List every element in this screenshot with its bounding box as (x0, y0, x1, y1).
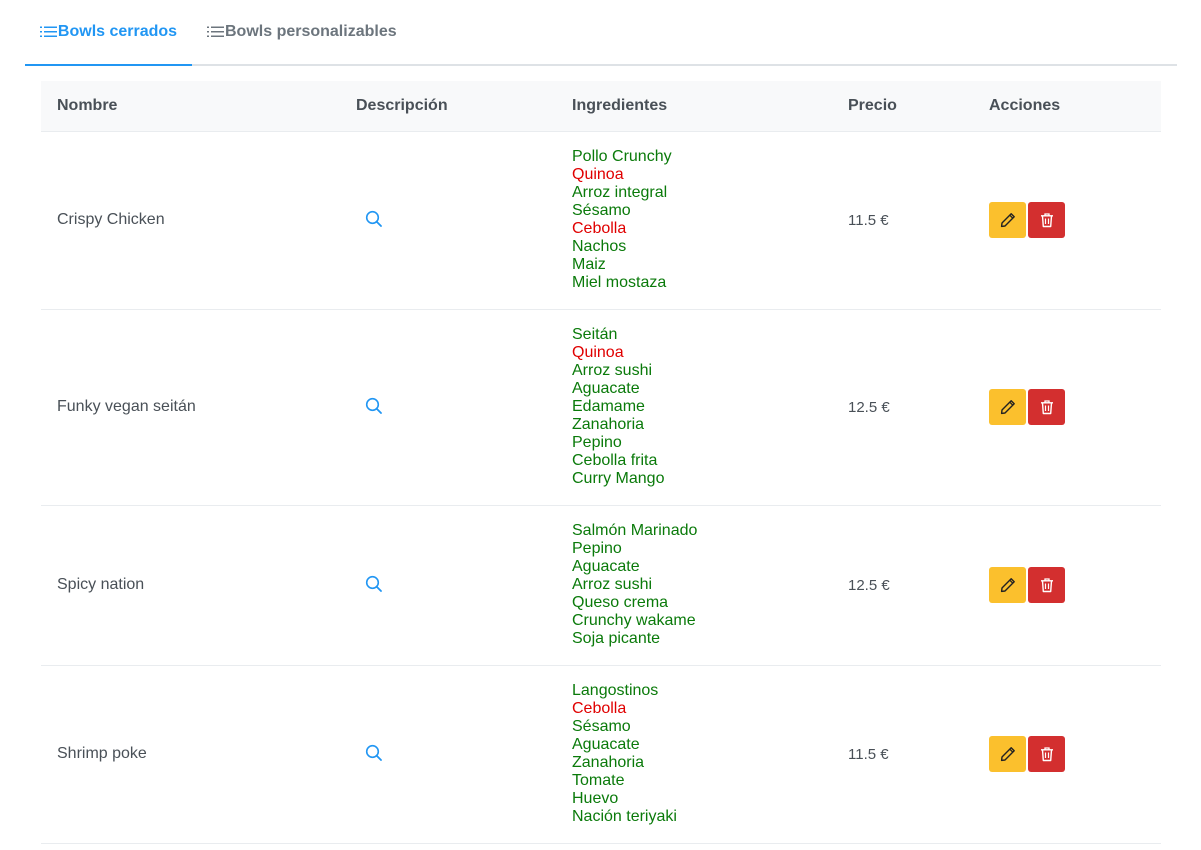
edit-button[interactable] (989, 736, 1026, 772)
ingredient-item: Pollo Crunchy (572, 147, 672, 165)
trash-icon (1039, 577, 1055, 593)
ingredient-item: Miel mostaza (572, 273, 667, 291)
table-header-row: Nombre Descripción Ingredientes Precio A… (41, 81, 1161, 132)
ingredient-item: Aguacate (572, 557, 640, 575)
ingredient-item: Soja picante (572, 629, 661, 647)
actions-cell (973, 505, 1161, 666)
column-header-nombre[interactable]: Nombre (41, 81, 340, 132)
search-icon[interactable] (362, 394, 386, 418)
ingredient-item: Zanahoria (572, 753, 645, 771)
ingredient-item: Salmón Marinado (572, 521, 698, 539)
bowl-name: Shrimp poke (41, 665, 340, 844)
ingredient-item: Nachos (572, 237, 627, 255)
bowl-price: 12.5 € (832, 505, 973, 666)
ingredient-item: Arroz sushi (572, 361, 653, 379)
pencil-icon (1000, 212, 1016, 228)
description-cell (340, 131, 556, 310)
pencil-icon (1000, 399, 1016, 415)
ingredient-item: Huevo (572, 789, 619, 807)
ingredient-item: Seitán (572, 325, 618, 343)
column-header-precio[interactable]: Precio (832, 81, 973, 132)
ingredient-item: Aguacate (572, 735, 640, 753)
search-icon[interactable] (362, 741, 386, 765)
bowl-price: 12.5 € (832, 309, 973, 506)
ingredient-item: Langostinos (572, 681, 659, 699)
tab-label: Bowls personalizables (225, 23, 397, 40)
ingredients-cell: Pollo Crunchy Quinoa Arroz integral Sésamo C… (556, 131, 832, 310)
column-header-descripcion[interactable]: Descripción (340, 81, 556, 132)
ingredient-item: Quinoa (572, 165, 624, 183)
column-header-ingredientes[interactable]: Ingredientes (556, 81, 832, 132)
tab-bar: Bowls cerrados Bowls personalizables (25, 0, 1177, 66)
bowl-price: 11.5 € (832, 665, 973, 844)
pencil-icon (1000, 577, 1016, 593)
ingredient-item: Pepino (572, 539, 622, 557)
edit-button[interactable] (989, 567, 1026, 603)
actions-cell (973, 665, 1161, 844)
ingredient-item: Aguacate (572, 379, 640, 397)
table-row: Shrimp poke Langostinos Cebolla Sésamo Agua… (41, 665, 1161, 844)
ingredient-item: Nación teriyaki (572, 807, 677, 825)
ingredient-item: Pepino (572, 433, 622, 451)
ingredient-item: Arroz sushi (572, 575, 653, 593)
ingredients-cell: Seitán Quinoa Arroz sushi Aguacate Edamame Za… (556, 309, 832, 506)
list-icon (39, 26, 57, 38)
search-icon[interactable] (362, 207, 386, 231)
description-cell (340, 505, 556, 666)
trash-icon (1039, 212, 1055, 228)
description-cell (340, 309, 556, 506)
column-header-acciones: Acciones (973, 81, 1161, 132)
actions-cell (973, 131, 1161, 310)
ingredient-item: Cebolla frita (572, 451, 658, 469)
ingredient-item: Edamame (572, 397, 645, 415)
description-cell (340, 665, 556, 844)
ingredient-item: Arroz integral (572, 183, 668, 201)
edit-button[interactable] (989, 389, 1026, 425)
ingredient-item: Maiz (572, 255, 606, 273)
edit-button[interactable] (989, 202, 1026, 238)
pencil-icon (1000, 746, 1016, 762)
actions-cell (973, 309, 1161, 506)
tab-bowls-cerrados[interactable]: Bowls cerrados (25, 0, 192, 66)
list-icon (207, 26, 224, 38)
search-icon[interactable] (362, 572, 386, 596)
bowls-table: Nombre Descripción Ingredientes Precio A… (41, 81, 1161, 844)
table-row: Crispy Chicken Pollo Crunchy Quinoa Arroz … (41, 131, 1161, 310)
ingredient-item: Sésamo (572, 201, 631, 219)
bowl-name: Spicy nation (41, 505, 340, 666)
tab-bowls-personalizables[interactable]: Bowls personalizables (207, 0, 397, 64)
ingredient-item: Cebolla (572, 219, 627, 237)
tab-label: Bowls cerrados (57, 23, 178, 40)
trash-icon (1039, 746, 1055, 762)
ingredient-item: Zanahoria (572, 415, 645, 433)
ingredient-item: Queso crema (572, 593, 669, 611)
bowl-price: 11.5 € (832, 131, 973, 310)
delete-button[interactable] (1028, 567, 1065, 603)
table-row: Spicy nation Salmón Marinado Pepino Aguaca… (41, 505, 1161, 666)
ingredient-item: Tomate (572, 771, 625, 789)
ingredient-item: Curry Mango (572, 469, 665, 487)
ingredient-item: Quinoa (572, 343, 624, 361)
ingredient-item: Crunchy wakame (572, 611, 696, 629)
table-body: Crispy Chicken Pollo Crunchy Quinoa Arroz … (41, 131, 1161, 844)
ingredients-cell: Langostinos Cebolla Sésamo Aguacate Zanahori… (556, 665, 832, 844)
bowl-name: Funky vegan seitán (41, 309, 340, 506)
table-row: Funky vegan seitán Seitán Quinoa Arroz sus… (41, 309, 1161, 506)
ingredients-cell: Salmón Marinado Pepino Aguacate Arroz sushi… (556, 505, 832, 666)
trash-icon (1039, 399, 1055, 415)
delete-button[interactable] (1028, 389, 1065, 425)
delete-button[interactable] (1028, 202, 1065, 238)
delete-button[interactable] (1028, 736, 1065, 772)
ingredient-item: Cebolla (572, 699, 627, 717)
bowl-name: Crispy Chicken (41, 131, 340, 310)
ingredient-item: Sésamo (572, 717, 631, 735)
